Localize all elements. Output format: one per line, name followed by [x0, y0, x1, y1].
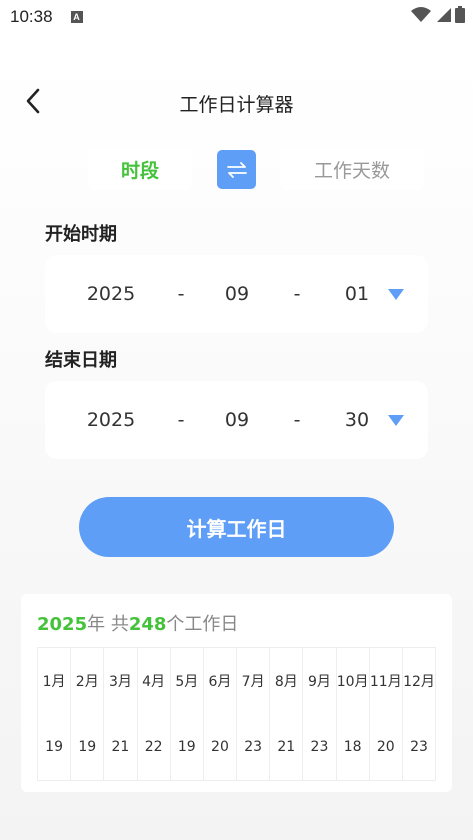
end-year: 2025 — [86, 409, 136, 431]
mode-switch: 时段 工作天数 — [0, 148, 473, 190]
month-label: 4月 — [142, 674, 166, 690]
start-year: 2025 — [86, 283, 136, 305]
page-title: 工作日计算器 — [179, 94, 294, 116]
month-workdays: 21 — [277, 739, 296, 755]
date-separator: - — [177, 283, 185, 305]
end-date-picker[interactable]: 2025 - 09 - 30 — [45, 381, 428, 459]
month-column: 10月 18 — [337, 648, 370, 780]
month-label: 2月 — [75, 674, 99, 690]
result-year-suffix: 年 共 — [87, 614, 129, 635]
end-day: 30 — [344, 409, 370, 431]
month-workdays: 23 — [244, 739, 263, 755]
result-total: 248 — [128, 614, 167, 635]
month-workdays: 22 — [144, 739, 163, 755]
date-separator: - — [293, 409, 301, 431]
result-year: 2025 — [37, 614, 88, 635]
date-separator: - — [177, 409, 185, 431]
month-workdays: 18 — [343, 739, 362, 755]
notification-a-icon: A — [70, 11, 83, 23]
end-date-label: 结束日期 — [45, 350, 117, 371]
calculate-button[interactable]: 计算工作日 — [79, 497, 394, 557]
signal-icon — [437, 7, 451, 22]
month-workdays: 20 — [376, 739, 395, 755]
month-workdays: 20 — [211, 739, 229, 755]
status-time: 10:38 — [10, 7, 53, 26]
swap-button[interactable] — [217, 150, 256, 189]
start-day: 01 — [344, 283, 370, 305]
month-label: 9月 — [308, 674, 331, 690]
month-workdays: 21 — [111, 739, 130, 755]
month-workdays: 19 — [78, 739, 97, 755]
month-column: 7月 23 — [237, 648, 271, 780]
tab-workdays[interactable]: 工作天数 — [280, 148, 424, 190]
month-label: 7月 — [241, 674, 265, 690]
month-column: 6月 20 — [204, 648, 238, 780]
month-label: 12月 — [403, 674, 435, 690]
start-month: 09 — [224, 283, 250, 305]
header: 工作日计算器 — [0, 78, 473, 126]
month-workdays: 19 — [45, 739, 63, 755]
month-column: 12月 23 — [403, 648, 435, 780]
month-column: 3月 21 — [104, 648, 138, 780]
month-label: 3月 — [108, 674, 132, 690]
month-column: 5月 19 — [171, 648, 204, 780]
month-column: 4月 22 — [138, 648, 171, 780]
month-label: 11月 — [369, 674, 402, 690]
status-right — [411, 6, 465, 23]
triangle-down-icon[interactable] — [388, 415, 404, 427]
month-workdays: 23 — [410, 739, 428, 755]
month-label: 6月 — [208, 674, 232, 690]
month-column: 1月 19 — [38, 648, 72, 780]
tab-period[interactable]: 时段 — [88, 148, 192, 190]
month-column: 11月 20 — [370, 648, 403, 780]
triangle-down-icon[interactable] — [388, 289, 404, 301]
start-date-picker[interactable]: 2025 - 09 - 01 — [45, 255, 428, 333]
month-column: 9月 23 — [303, 648, 337, 780]
battery-icon — [455, 6, 465, 23]
result-total-suffix: 个工作日 — [166, 614, 239, 635]
month-column: 8月 21 — [270, 648, 304, 780]
month-label: 5月 — [175, 674, 199, 690]
date-separator: - — [293, 283, 301, 305]
month-workdays: 23 — [310, 739, 329, 755]
end-month: 09 — [224, 409, 250, 431]
month-label: 1月 — [42, 674, 66, 690]
month-label: 10月 — [336, 674, 369, 690]
result-summary: 2025年 共248个工作日 — [37, 610, 238, 636]
month-label: 8月 — [274, 674, 298, 690]
start-date-label: 开始时期 — [45, 224, 117, 245]
month-grid: 1月 19 2月 19 3月 21 4月 22 5月 19 6月 20 7月 23 8月 21 … — [37, 647, 436, 781]
result-card: 2025年 共248个工作日 1月 19 2月 19 3月 21 4月 22 5月 19 … — [21, 594, 452, 792]
month-column: 2月 19 — [71, 648, 105, 780]
wifi-icon — [411, 6, 431, 22]
status-bar: 10:38 A — [0, 0, 473, 34]
month-workdays: 19 — [177, 739, 196, 755]
swap-arrows-icon — [226, 161, 247, 178]
